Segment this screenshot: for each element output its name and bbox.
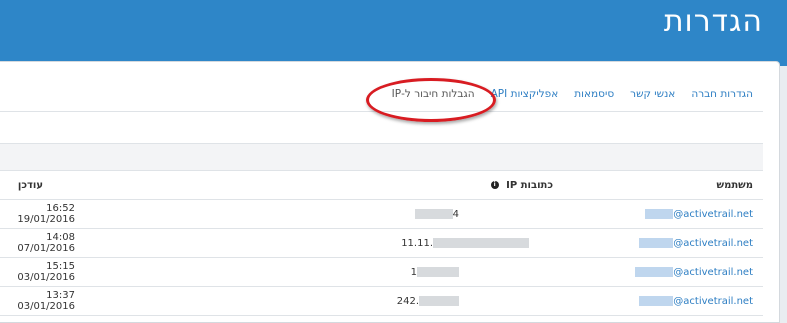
info-icon[interactable]: i (490, 180, 499, 189)
redacted-block (417, 266, 459, 277)
email-domain: @activetrail.net (673, 237, 753, 249)
toolbar-band (0, 143, 763, 171)
updated-value: 16:52 19/01/2016 (17, 203, 75, 225)
table-row[interactable]: @activetrail.net 11.11. 14:08 07/01/2016 (0, 228, 763, 258)
user-email-cell[interactable]: @activetrail.net (553, 228, 763, 258)
highlight-ellipse (366, 78, 496, 122)
tab-passwords[interactable]: סיסמאות (574, 88, 614, 110)
user-email[interactable]: @activetrail.net (645, 208, 753, 220)
page-title: הגדרות (663, 4, 763, 39)
ip-cell: 11.11. (239, 228, 553, 258)
app-header: הגדרות (0, 0, 787, 66)
updated-cell: 13:37 03/01/2016 (0, 286, 239, 316)
redacted-block (414, 208, 453, 219)
redacted-block (639, 295, 674, 306)
ip-cell: 1 (239, 257, 553, 287)
ip-cell: 4 (239, 199, 553, 229)
redacted-block (419, 295, 459, 306)
ip-value: 4 (452, 208, 459, 220)
table-row[interactable]: @activetrail.net 4 16:52 19/01/2016 (0, 199, 763, 229)
redacted-block (433, 237, 529, 248)
tab-api-apps[interactable]: אפליקציות API (491, 88, 559, 110)
column-header-ip-label: כתובות IP (506, 179, 553, 191)
column-header-ip[interactable]: כתובות IP i (239, 170, 553, 200)
user-email[interactable]: @activetrail.net (639, 237, 753, 249)
updated-cell: 15:15 03/01/2016 (0, 257, 239, 287)
ip-value: 242. (396, 295, 419, 307)
table-header-row: משתמש כתובות IP i עודכן (0, 170, 763, 200)
updated-value: 14:08 07/01/2016 (17, 232, 75, 254)
tab-company-settings[interactable]: הגדרות חברה (691, 88, 753, 110)
updated-value: 13:37 03/01/2016 (17, 290, 75, 312)
email-domain: @activetrail.net (673, 208, 753, 220)
redacted-block (645, 208, 674, 219)
email-domain: @activetrail.net (673, 295, 753, 307)
redacted-block (635, 266, 674, 277)
column-header-updated[interactable]: עודכן (0, 170, 239, 200)
ip-restrictions-table: משתמש כתובות IP i עודכן @activetrail.net… (0, 170, 763, 316)
user-email-cell[interactable]: @activetrail.net (553, 199, 763, 229)
tab-contacts[interactable]: אנשי קשר (630, 88, 675, 110)
user-email-cell[interactable]: @activetrail.net (553, 286, 763, 316)
updated-value: 15:15 03/01/2016 (17, 261, 75, 283)
user-email[interactable]: @activetrail.net (639, 295, 753, 307)
table-row[interactable]: @activetrail.net 1 15:15 03/01/2016 (0, 257, 763, 287)
updated-cell: 14:08 07/01/2016 (0, 228, 239, 258)
user-email[interactable]: @activetrail.net (635, 266, 753, 278)
email-domain: @activetrail.net (673, 266, 753, 278)
user-email-cell[interactable]: @activetrail.net (553, 257, 763, 287)
table-row[interactable]: @activetrail.net 242. 13:37 03/01/2016 (0, 286, 763, 316)
updated-cell: 16:52 19/01/2016 (0, 199, 239, 229)
column-header-updated-label: עודכן (17, 179, 43, 191)
ip-value: 11.11. (401, 237, 433, 249)
redacted-block (639, 237, 674, 248)
column-header-user[interactable]: משתמש (553, 170, 763, 200)
ip-cell: 242. (239, 286, 553, 316)
